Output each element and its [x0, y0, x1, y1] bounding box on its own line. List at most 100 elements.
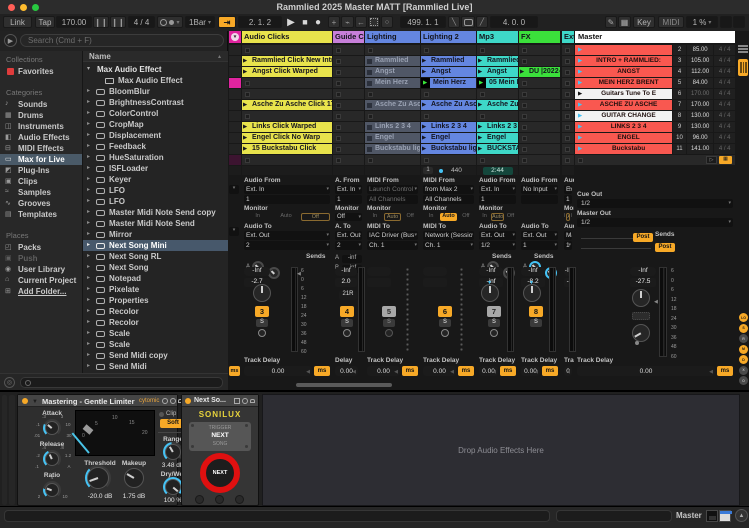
- input-channel-chooser[interactable]: All Channels: [423, 195, 474, 204]
- browser-item-keyer[interactable]: ▸Keyer: [83, 174, 229, 185]
- clip-slot[interactable]: ▶Buckstabu ligh: [421, 144, 476, 154]
- clip-slot[interactable]: [562, 78, 574, 88]
- clip-slot[interactable]: [242, 155, 332, 165]
- browser-fold-icon[interactable]: ▶: [4, 34, 17, 47]
- scene-number[interactable]: 2: [673, 45, 686, 55]
- scene-tempo[interactable]: 130.00: [687, 122, 714, 132]
- clip-slot[interactable]: ▶Engel: [421, 133, 476, 143]
- browser-item-huesaturation[interactable]: ▸HueSaturation: [83, 152, 229, 163]
- monitor-switch[interactable]: InAutoOff: [367, 213, 418, 221]
- clip-slot[interactable]: ▶Angst Click Warped: [242, 67, 332, 77]
- browser-item-properties[interactable]: ▸Properties: [83, 295, 229, 306]
- clip-play-icon[interactable]: ▶: [422, 58, 426, 64]
- clip-slot[interactable]: [365, 89, 420, 99]
- scene-tempo[interactable]: 85.00: [687, 45, 714, 55]
- input-channel-chooser[interactable]: 1: [564, 195, 572, 204]
- view-toggle-i-o[interactable]: I-O: [739, 313, 748, 322]
- track-header-lighting[interactable]: Lighting: [365, 31, 420, 43]
- arm-button[interactable]: [385, 329, 393, 337]
- clip-slot[interactable]: [333, 56, 364, 66]
- monitor-in[interactable]: In: [423, 213, 439, 221]
- scene-time-signature[interactable]: 4 / 4: [714, 133, 735, 143]
- sidebar-item-drums[interactable]: ▦Drums: [0, 110, 82, 121]
- scene-number[interactable]: 4: [673, 67, 686, 77]
- clip-slot[interactable]: [519, 89, 560, 99]
- clip-play-icon[interactable]: ▶: [422, 146, 426, 152]
- collection-item-favorites[interactable]: Favorites: [0, 66, 82, 77]
- browser-item-max-audio-effect[interactable]: Max Audio Effect: [83, 75, 229, 86]
- nudge-down-button[interactable]: ❙❙: [93, 16, 109, 28]
- clip-play-icon[interactable]: ▶: [478, 102, 482, 108]
- clip-slot[interactable]: ▶Asche Zu Asche Click 170b: [242, 100, 332, 110]
- scene-tempo[interactable]: 141.00: [687, 144, 714, 154]
- loop-toggle-icon[interactable]: ○: [381, 16, 393, 28]
- volume-value-box[interactable]: -27.5: [630, 278, 656, 287]
- clip-slot[interactable]: [562, 56, 574, 66]
- lock-icon[interactable]: [250, 399, 255, 403]
- midi-map-button[interactable]: MIDI: [658, 16, 684, 28]
- browser-item-lfo[interactable]: ▸LFO: [83, 185, 229, 196]
- scene-play-icon[interactable]: ▶: [578, 69, 582, 75]
- monitor-switch[interactable]: InAutoOff: [479, 213, 516, 221]
- monitor-auto[interactable]: Auto: [440, 213, 456, 221]
- browser-item-mirror[interactable]: ▸Mirror: [83, 229, 229, 240]
- scene-grid-icon[interactable]: ▦: [719, 156, 732, 164]
- clip-slot[interactable]: ▶15 Buckstabu Click: [242, 144, 332, 154]
- send-b-slider[interactable]: [581, 248, 651, 249]
- release-knob[interactable]: [45, 452, 59, 466]
- clip-slot[interactable]: Mein Herz: [365, 78, 420, 88]
- arm-button[interactable]: [490, 329, 498, 337]
- scene-play-icon[interactable]: ▶: [578, 91, 582, 97]
- scene-launch-11[interactable]: ▶Buckstabu: [575, 144, 672, 154]
- peak-level-box[interactable]: -Inf: [521, 267, 545, 276]
- track-delay-value[interactable]: 0.00◀: [367, 366, 400, 376]
- browser-item-displacement[interactable]: ▸Displacement: [83, 130, 229, 141]
- browser-item-recolor[interactable]: ▸Recolor: [83, 317, 229, 328]
- clip-slot[interactable]: [333, 133, 364, 143]
- scene-tempo[interactable]: 112.00: [687, 67, 714, 77]
- solo-button[interactable]: S: [256, 319, 268, 327]
- scene-launch-4[interactable]: ▶ANGST: [575, 67, 672, 77]
- monitor-off[interactable]: Off: [402, 213, 418, 221]
- sidebar-item-max-for-live[interactable]: ▭Max for Live: [0, 154, 82, 165]
- track-activator[interactable]: 5: [382, 306, 396, 317]
- track-activator[interactable]: 3: [255, 306, 269, 317]
- track-header-fx[interactable]: FX: [519, 31, 560, 43]
- sidebar-item-grooves[interactable]: ∿Grooves: [0, 198, 82, 209]
- scene-row-4[interactable]: ▶ANGST4112.004 / 4: [575, 67, 735, 77]
- clip-slot[interactable]: [333, 122, 364, 132]
- punch-in-button[interactable]: ╲: [448, 16, 460, 28]
- crossfade-assign-box[interactable]: [632, 312, 650, 320]
- scene-play-icon[interactable]: ▶: [578, 80, 582, 86]
- device-thumbnail-2[interactable]: [719, 510, 731, 522]
- next-button[interactable]: NEXT: [200, 453, 240, 493]
- clip-play-icon[interactable]: ▶: [478, 146, 482, 152]
- scene-row-9[interactable]: ▶LINKS 2 3 49130.004 / 4: [575, 122, 735, 132]
- device-on-button[interactable]: [185, 398, 191, 404]
- device-on-button[interactable]: [22, 398, 28, 404]
- scene-time-signature[interactable]: 4 / 4: [714, 144, 735, 154]
- clip-slot[interactable]: [477, 111, 518, 121]
- clip-slot[interactable]: [333, 100, 364, 110]
- clip-play-icon[interactable]: ▶: [520, 69, 524, 75]
- monitor-off[interactable]: Off: [301, 213, 330, 221]
- clip-slot[interactable]: [333, 45, 364, 55]
- output-channel-chooser[interactable]: Ch. 1▾: [367, 241, 418, 250]
- monitor-auto[interactable]: Auto: [566, 213, 569, 221]
- sidebar-item-clips[interactable]: ▣Clips: [0, 176, 82, 187]
- clip-slot[interactable]: [229, 100, 241, 110]
- param-dot-2[interactable]: [215, 495, 224, 504]
- track-header-guide-clic[interactable]: Guide Clic: [333, 31, 364, 43]
- range-knob[interactable]: [165, 444, 181, 460]
- makeup-knob[interactable]: [124, 468, 144, 488]
- hot-swap-icon[interactable]: [242, 398, 248, 404]
- clip-slot[interactable]: ▶Engel: [477, 133, 518, 143]
- scene-tempo[interactable]: 105.00: [687, 56, 714, 66]
- clip-slot[interactable]: [562, 144, 574, 154]
- clip-slot[interactable]: [477, 45, 518, 55]
- clip-play-icon[interactable]: ▶: [243, 135, 247, 141]
- clip-slot[interactable]: [333, 89, 364, 99]
- track-delay-value[interactable]: 0.00◀: [521, 366, 540, 376]
- scene-play-icon[interactable]: ▶: [578, 124, 582, 130]
- scene-number[interactable]: 10: [673, 133, 686, 143]
